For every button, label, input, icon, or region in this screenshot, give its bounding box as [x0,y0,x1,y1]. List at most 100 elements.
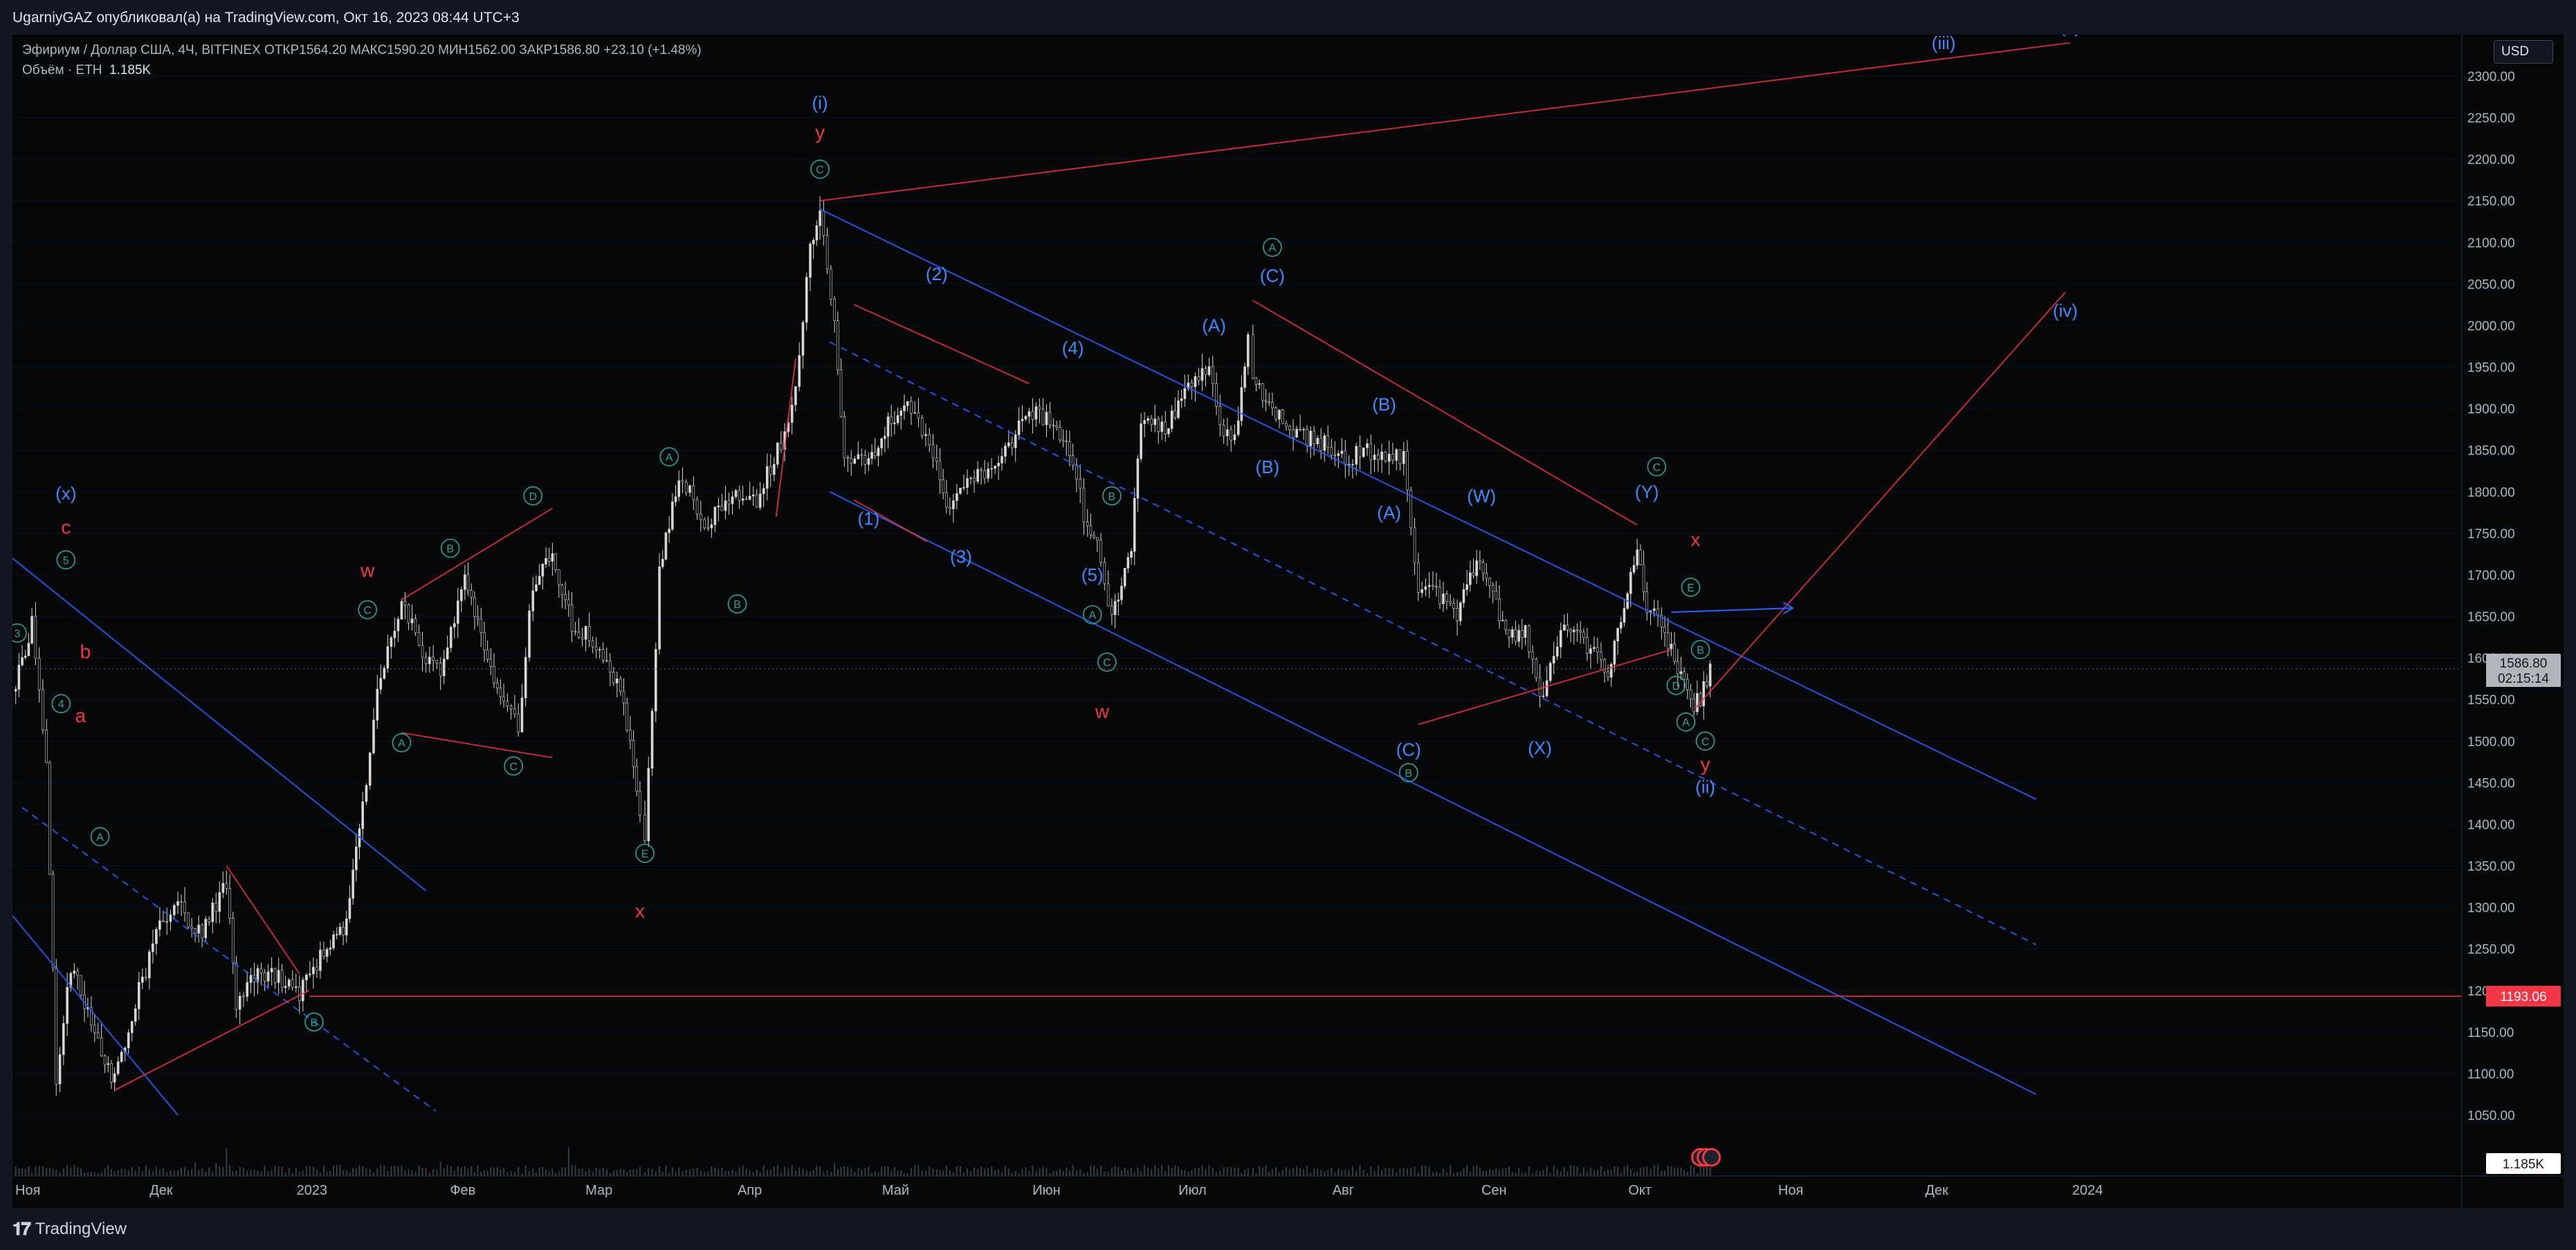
candle [1177,400,1180,419]
volume-bar [826,1170,828,1176]
candle [1619,622,1623,629]
volume-bar [471,1166,473,1176]
volume-bar [1177,1166,1179,1176]
volume-bar [1524,1173,1526,1176]
candle [291,980,294,988]
candle [952,500,955,510]
volume-bar [1407,1168,1409,1176]
volume-bar [980,1166,983,1176]
candle [1113,600,1117,615]
candle [66,987,68,1024]
volume-bar [1680,1167,1682,1176]
volume-bar [693,1168,695,1176]
candle [180,901,183,903]
volume-bar [1289,1170,1291,1176]
wave-label: E [641,848,649,860]
candle [1285,423,1288,427]
candle [499,687,502,697]
candle [435,660,439,664]
wave-label: B [1697,645,1704,656]
candle [479,618,483,633]
x-tick-label: Ноя [15,1183,40,1198]
volume-bar [339,1165,341,1176]
volume-bar [131,1166,133,1176]
candle [466,574,470,591]
volume-bar [1247,1168,1249,1176]
event-marker-icon [1702,1148,1721,1167]
candle [860,454,864,456]
volume-bar [942,1170,944,1176]
volume-bar [483,1170,485,1176]
candle [1673,643,1676,662]
candle [263,972,266,982]
price-chart[interactable]: (iii)(v)(iv)(i)yCA(C)(2)(4)(A)(B)(B)(A)(… [12,35,2564,1208]
volume-bar [766,1170,768,1176]
volume-bar [59,1172,61,1176]
candle [187,912,190,928]
candle [635,766,639,791]
currency-button[interactable]: USD [2494,40,2553,64]
volume-bar [1486,1170,1488,1176]
volume-bar [250,1170,252,1176]
trendline [819,42,2071,202]
volume-bar [714,1167,716,1176]
candle [113,1073,116,1083]
candle [55,967,58,1085]
candle [1024,416,1027,420]
candle [547,558,551,562]
candle [1377,454,1380,460]
wave-label: (i) [812,92,828,113]
tradingview-logo[interactable]: 𝟏𝟕 TradingView [12,1218,127,1240]
volume-bar [1596,1170,1598,1176]
volume-bar [1450,1165,1452,1176]
volume-bar [38,1166,40,1176]
volume-bar [830,1172,832,1176]
volume-bar [1331,1168,1333,1176]
candle [1045,412,1048,425]
candle [355,847,358,870]
chart-panel[interactable]: (iii)(v)(iv)(i)yCA(C)(2)(4)(A)(B)(B)(A)(… [12,35,2564,1208]
volume-bar [446,1165,448,1176]
candle [1140,423,1142,459]
volume-bar [1539,1171,1541,1176]
volume-bar [984,1168,986,1176]
volume-bar [1432,1172,1434,1176]
volume-bar [1417,1173,1419,1176]
volume-bar [288,1168,290,1176]
volume-bar [380,1165,382,1176]
candle [120,1051,123,1063]
candle [513,708,516,715]
candle [703,519,706,529]
candle [720,505,724,511]
volume-bar [1265,1165,1267,1176]
candle [1508,629,1510,638]
candle [780,443,783,450]
candle [1636,549,1638,566]
candle [345,918,348,936]
x-tick-label: Апр [738,1183,762,1198]
candle [931,444,935,459]
candle [176,901,179,906]
volume-bar [1096,1168,1098,1176]
candle [400,601,403,620]
candle [1421,589,1423,593]
candle [329,948,332,950]
candle [172,905,176,915]
candle [103,1055,107,1065]
candle [1103,562,1106,585]
candle [812,239,815,245]
volume-bar [1556,1169,1558,1176]
volume-bar [1469,1171,1471,1176]
volume-bar [239,1166,241,1176]
candle [809,243,812,278]
volume-bar [794,1170,796,1176]
candle [1472,572,1475,576]
x-tick-label: Окт [1628,1183,1652,1198]
volume-bar [1241,1173,1243,1176]
wave-label: 4 [58,699,64,710]
candle [1542,695,1545,697]
wave-label: (3) [950,546,972,567]
volume-bar [1059,1168,1061,1176]
y-tick-label: 2000.00 [2467,319,2515,333]
candle [731,496,734,504]
